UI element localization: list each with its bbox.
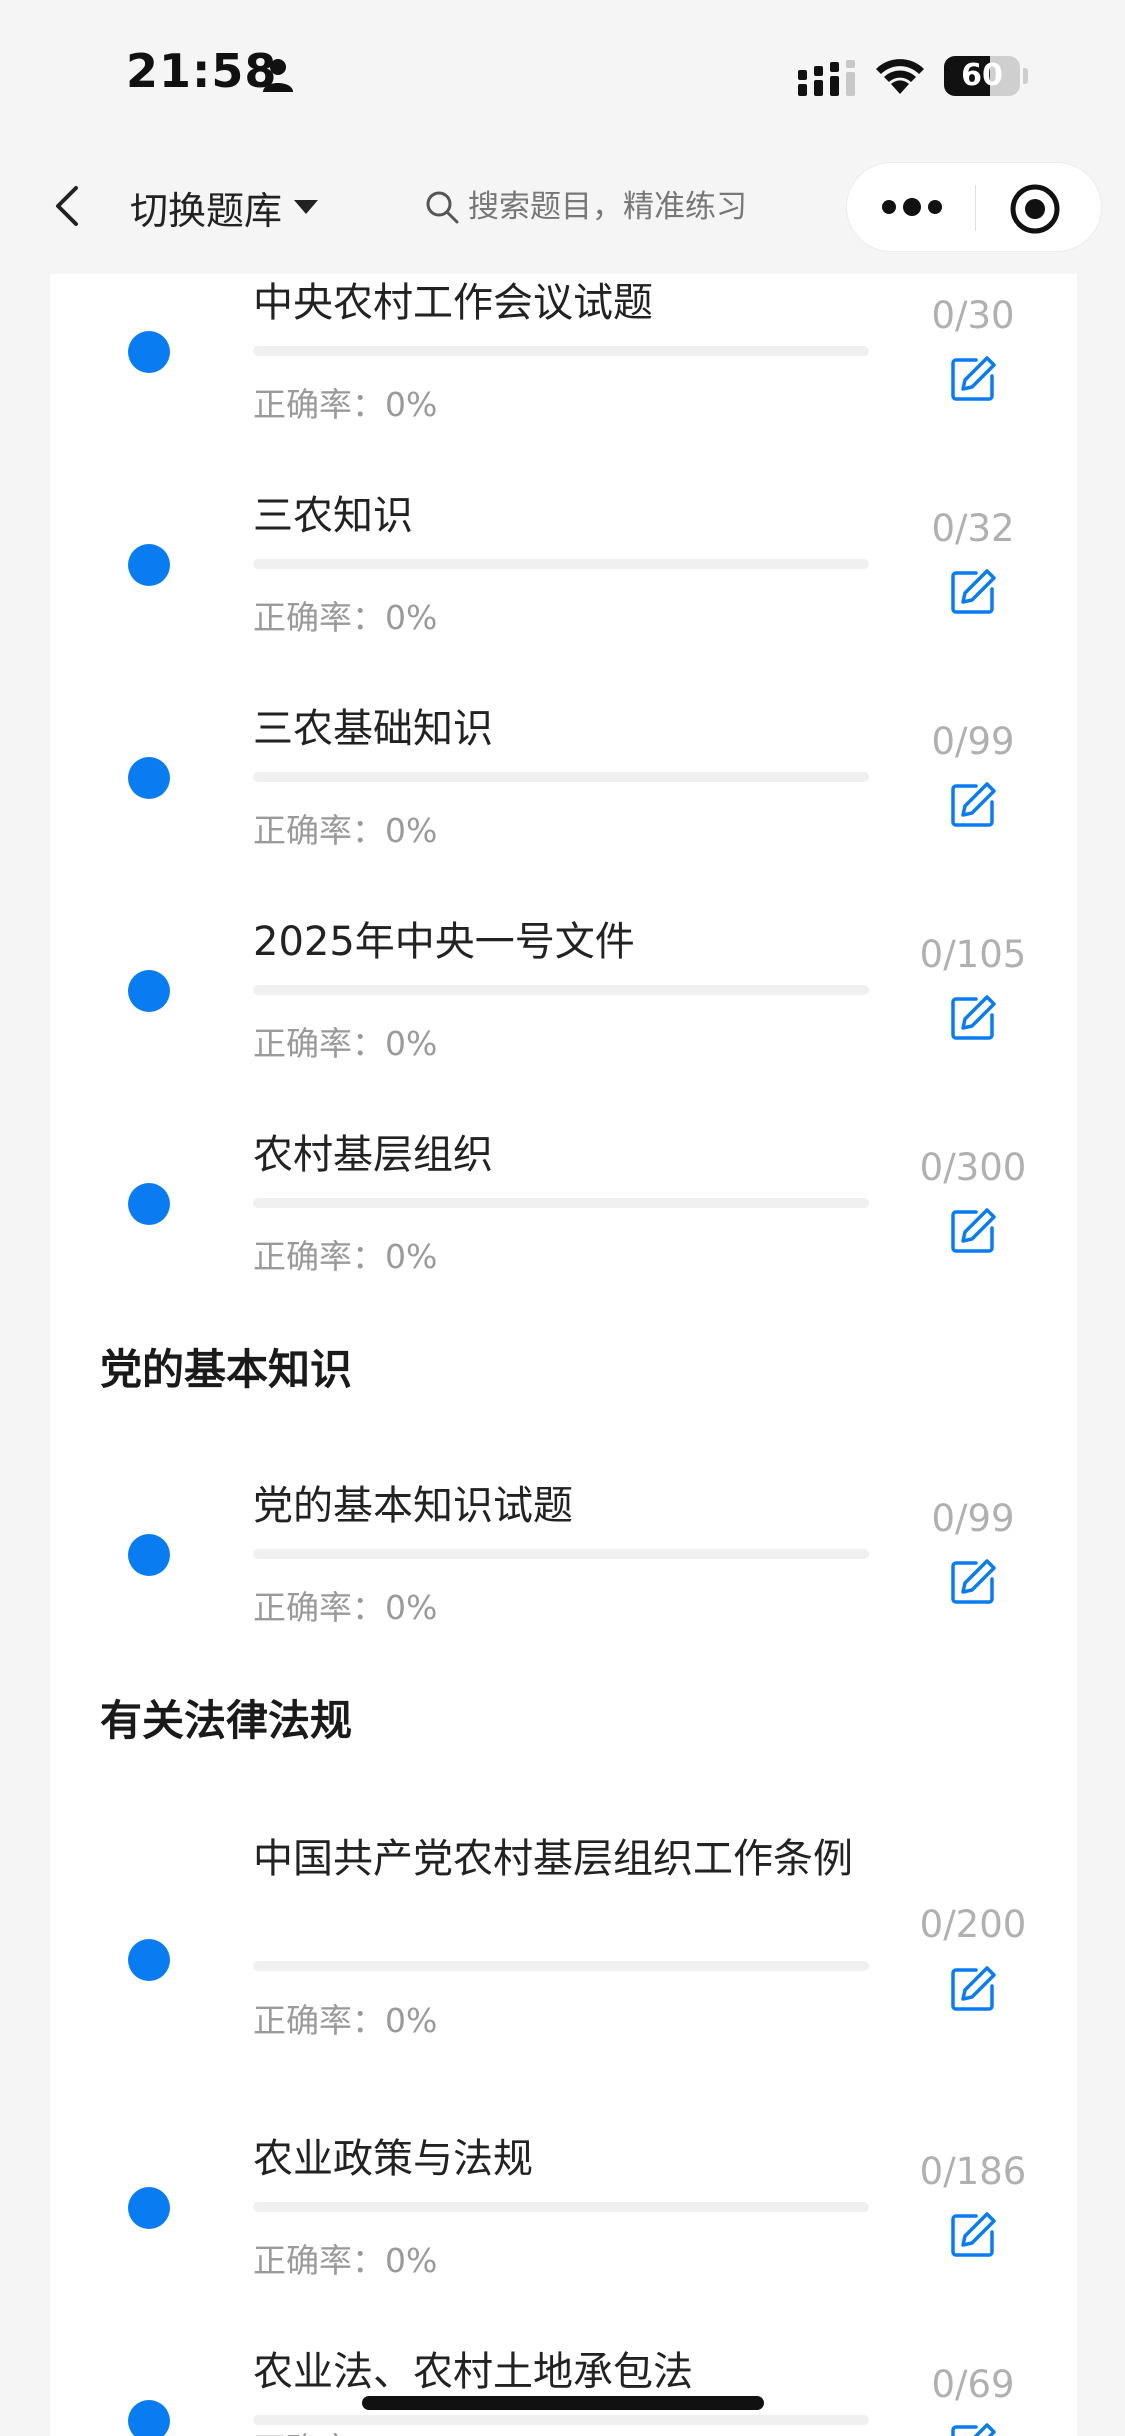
list-item[interactable]: 中国共产党农村基层组织工作条例 正确率：0% 0/200	[50, 1830, 1077, 2100]
accuracy-text: 正确率：0%	[253, 2001, 438, 2040]
edit-icon[interactable]	[948, 1206, 998, 1256]
accuracy-text: 正确率：0%	[253, 385, 438, 424]
list-item[interactable]: 农村基层组织 正确率：0% 0/300	[50, 1126, 1077, 1336]
list-item[interactable]: 农业法、农村土地承包法 正确率：0% 0/69	[50, 2343, 1077, 2436]
accuracy-text: 正确率：0%	[253, 598, 438, 637]
status-dot	[128, 1939, 170, 1981]
progress-count: 0/200	[919, 1903, 1027, 1946]
accuracy-text: 正确率：0%	[253, 811, 438, 850]
back-icon[interactable]	[40, 174, 96, 238]
wifi-icon	[876, 59, 924, 94]
search-icon	[426, 191, 459, 224]
item-title: 农业政策与法规	[253, 2136, 533, 2182]
item-title: 三农基础知识	[253, 706, 493, 752]
edit-icon[interactable]	[948, 780, 998, 830]
item-title: 2025年中央一号文件	[253, 919, 635, 965]
list-item[interactable]: 2025年中央一号文件 正确率：0% 0/105	[50, 913, 1077, 1123]
list-item[interactable]: 三农知识 正确率：0% 0/32	[50, 487, 1077, 697]
person-icon	[263, 59, 293, 92]
status-dot	[128, 331, 170, 373]
progress-bar	[253, 1961, 869, 1971]
status-dot	[128, 2400, 170, 2436]
edit-icon[interactable]	[948, 567, 998, 617]
home-indicator[interactable]	[362, 2396, 764, 2410]
item-title: 中央农村工作会议试题	[253, 280, 653, 326]
more-icon[interactable]	[877, 185, 947, 229]
item-title: 三农知识	[253, 493, 413, 539]
switch-bank-label: 切换题库	[130, 188, 283, 233]
question-bank-list: 中央农村工作会议试题 正确率：0% 0/30 三农知识 正确率：0% 0/32 …	[50, 274, 1077, 2436]
search-box[interactable]	[410, 170, 800, 244]
cellular-signal-icon	[798, 60, 855, 96]
status-dot	[128, 2187, 170, 2229]
progress-bar	[253, 1549, 869, 1559]
item-title: 党的基本知识试题	[253, 1483, 573, 1529]
edit-icon[interactable]	[948, 993, 998, 1043]
item-title: 中国共产党农村基层组织工作条例	[253, 1836, 853, 1882]
edit-icon[interactable]	[948, 1557, 998, 1607]
list-item[interactable]: 党的基本知识试题 正确率：0% 0/99	[50, 1477, 1077, 1687]
list-item[interactable]: 农业政策与法规 正确率：0% 0/186	[50, 2130, 1077, 2340]
progress-count: 0/32	[931, 507, 1015, 550]
progress-bar	[253, 985, 869, 995]
status-dot	[128, 544, 170, 586]
item-title: 农业法、农村土地承包法	[253, 2349, 693, 2395]
progress-bar	[253, 1198, 869, 1208]
edit-icon[interactable]	[948, 354, 998, 404]
progress-count: 0/99	[931, 720, 1015, 763]
close-mini-program-icon[interactable]	[1009, 183, 1061, 235]
caret-down-icon	[294, 200, 319, 214]
progress-count: 0/30	[931, 294, 1015, 337]
battery-level: 60	[961, 58, 1003, 93]
edit-icon[interactable]	[948, 2210, 998, 2260]
edit-icon[interactable]	[948, 1964, 998, 2014]
progress-count: 0/300	[919, 1146, 1027, 1189]
progress-count: 0/69	[931, 2363, 1015, 2406]
progress-bar	[253, 772, 869, 782]
status-dot	[128, 970, 170, 1012]
progress-bar	[253, 559, 869, 569]
progress-count: 0/99	[931, 1497, 1015, 1540]
accuracy-text: 正确率：0%	[253, 1024, 438, 1063]
progress-count: 0/186	[919, 2150, 1027, 2193]
accuracy-text: 正确率：0%	[253, 2423, 437, 2436]
accuracy-text: 正确率：0%	[253, 2241, 438, 2280]
edit-icon[interactable]	[948, 2421, 998, 2436]
status-bar: 21:58 60	[0, 0, 1125, 150]
accuracy-text: 正确率：0%	[253, 1237, 438, 1276]
status-dot	[128, 757, 170, 799]
progress-count: 0/105	[919, 933, 1027, 976]
battery-icon: 60	[944, 56, 1028, 96]
accuracy-text: 正确率：0%	[253, 1588, 438, 1627]
list-item[interactable]: 三农基础知识 正确率：0% 0/99	[50, 700, 1077, 910]
search-input[interactable]	[468, 189, 788, 225]
switch-bank-button[interactable]: 切换题库	[130, 180, 320, 234]
section-title: 党的基本知识	[100, 1340, 380, 1402]
nav-bar: 切换题库	[0, 150, 1125, 274]
progress-bar	[253, 346, 869, 356]
mini-program-capsule	[846, 162, 1102, 252]
status-dot	[128, 1183, 170, 1225]
status-time: 21:58	[126, 44, 278, 98]
section-title: 有关法律法规	[100, 1691, 380, 1753]
item-title: 农村基层组织	[253, 1132, 493, 1178]
status-dot	[128, 1534, 170, 1576]
progress-bar	[253, 2202, 869, 2212]
list-item[interactable]: 中央农村工作会议试题 正确率：0% 0/30	[50, 274, 1077, 484]
